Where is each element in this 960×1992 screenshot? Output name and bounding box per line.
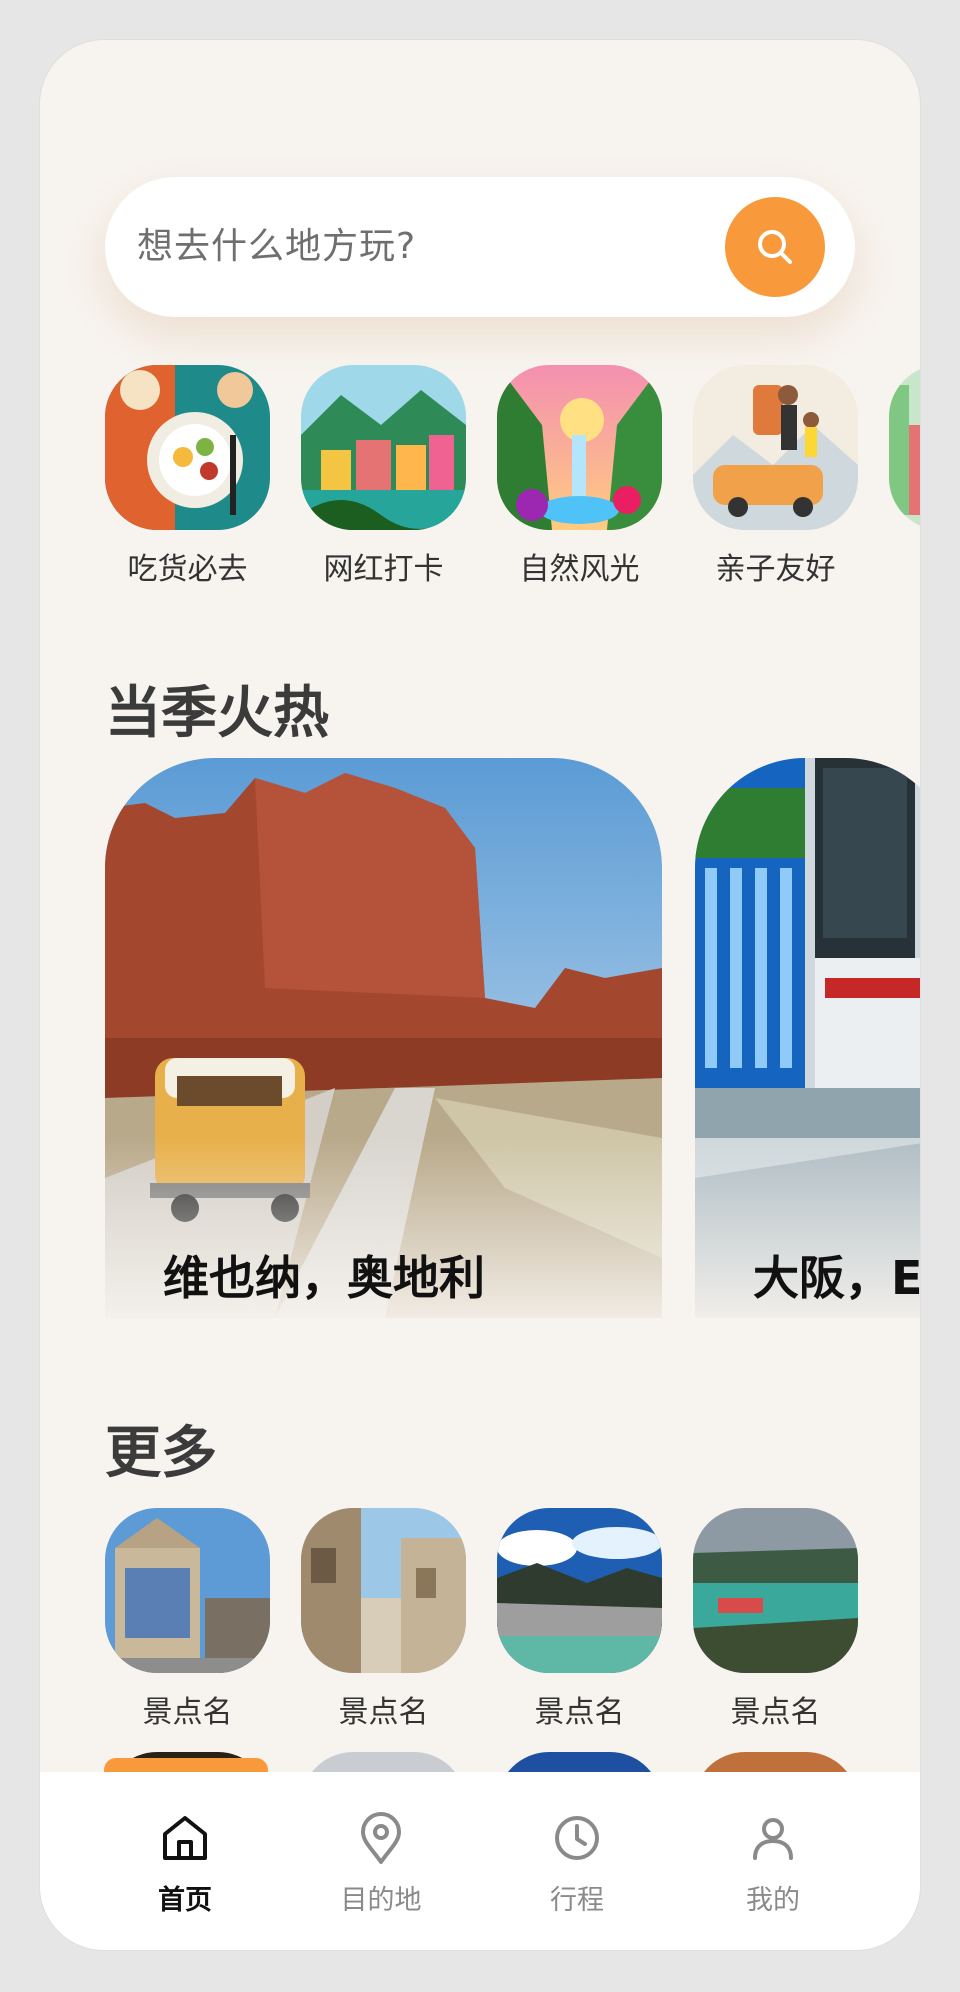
nav-tab-itinerary[interactable]: 行程	[497, 1810, 657, 1917]
bay-image	[497, 1508, 662, 1673]
section-title-hot: 当季火热	[105, 681, 329, 746]
category-item-nature[interactable]: 自然风光	[497, 365, 662, 588]
nav-tab-label: 行程	[550, 1885, 604, 1916]
family-icon	[693, 365, 858, 530]
hot-carousel: 维也纳，奥地利 大阪，E	[105, 758, 920, 1318]
nav-tab-label: 首页	[158, 1885, 212, 1916]
hot-card[interactable]: 维也纳，奥地利	[105, 758, 662, 1318]
category-item-partial[interactable]	[889, 365, 920, 544]
lake-image	[693, 1508, 858, 1673]
nav-tab-destination[interactable]: 目的地	[301, 1810, 461, 1917]
more-item-label: 景点名	[142, 1695, 233, 1730]
user-icon	[753, 1818, 793, 1860]
more-item[interactable]: 景点名	[105, 1508, 270, 1731]
more-item[interactable]: 景点名	[301, 1508, 466, 1731]
category-item-influencer[interactable]: 网红打卡	[301, 365, 466, 588]
active-tab-indicator	[104, 1758, 268, 1772]
search-input[interactable]: 想去什么地方玩?	[137, 177, 416, 317]
category-item-family[interactable]: 亲子友好	[693, 365, 858, 588]
hot-card[interactable]: 大阪，E	[695, 758, 920, 1318]
more-item-label: 景点名	[730, 1695, 821, 1730]
category-label: 网红打卡	[323, 552, 444, 587]
category-item-food[interactable]: 吃货必去	[105, 365, 270, 588]
phone-screen: 想去什么地方玩? 吃货必去 网红打卡 自然风光 亲子友好 当季火热 维也纳，奥地…	[40, 40, 920, 1950]
bottom-nav: 首页 目的地 行程 我的	[40, 1758, 920, 1950]
nav-tab-label: 我的	[746, 1885, 800, 1916]
hot-card-title: 大阪，E	[753, 1251, 920, 1305]
location-pin-icon	[361, 1812, 401, 1864]
town-icon	[301, 365, 466, 530]
waterfall-icon	[497, 365, 662, 530]
food-icon	[105, 365, 270, 530]
search-button[interactable]	[725, 197, 825, 297]
search-icon	[758, 230, 792, 264]
category-label: 自然风光	[519, 552, 640, 587]
home-icon	[163, 1816, 207, 1860]
clock-icon	[555, 1816, 599, 1860]
partial-category-icon	[889, 365, 920, 530]
more-item-label: 景点名	[534, 1695, 625, 1730]
nav-tab-label: 目的地	[340, 1885, 422, 1916]
category-label: 吃货必去	[127, 552, 248, 587]
nav-tab-home[interactable]: 首页	[105, 1810, 265, 1917]
hot-card-title: 维也纳，奥地利	[163, 1251, 485, 1305]
old-town-image	[301, 1508, 466, 1673]
category-list: 吃货必去 网红打卡 自然风光 亲子友好	[105, 365, 920, 595]
more-item[interactable]: 景点名	[693, 1508, 858, 1731]
category-label: 亲子友好	[715, 552, 836, 587]
search-bar[interactable]: 想去什么地方玩?	[105, 177, 855, 317]
more-item-label: 景点名	[338, 1695, 429, 1730]
nav-tab-profile[interactable]: 我的	[693, 1810, 853, 1917]
church-image	[105, 1508, 270, 1673]
section-title-more: 更多	[105, 1421, 217, 1486]
more-item[interactable]: 景点名	[497, 1508, 662, 1731]
